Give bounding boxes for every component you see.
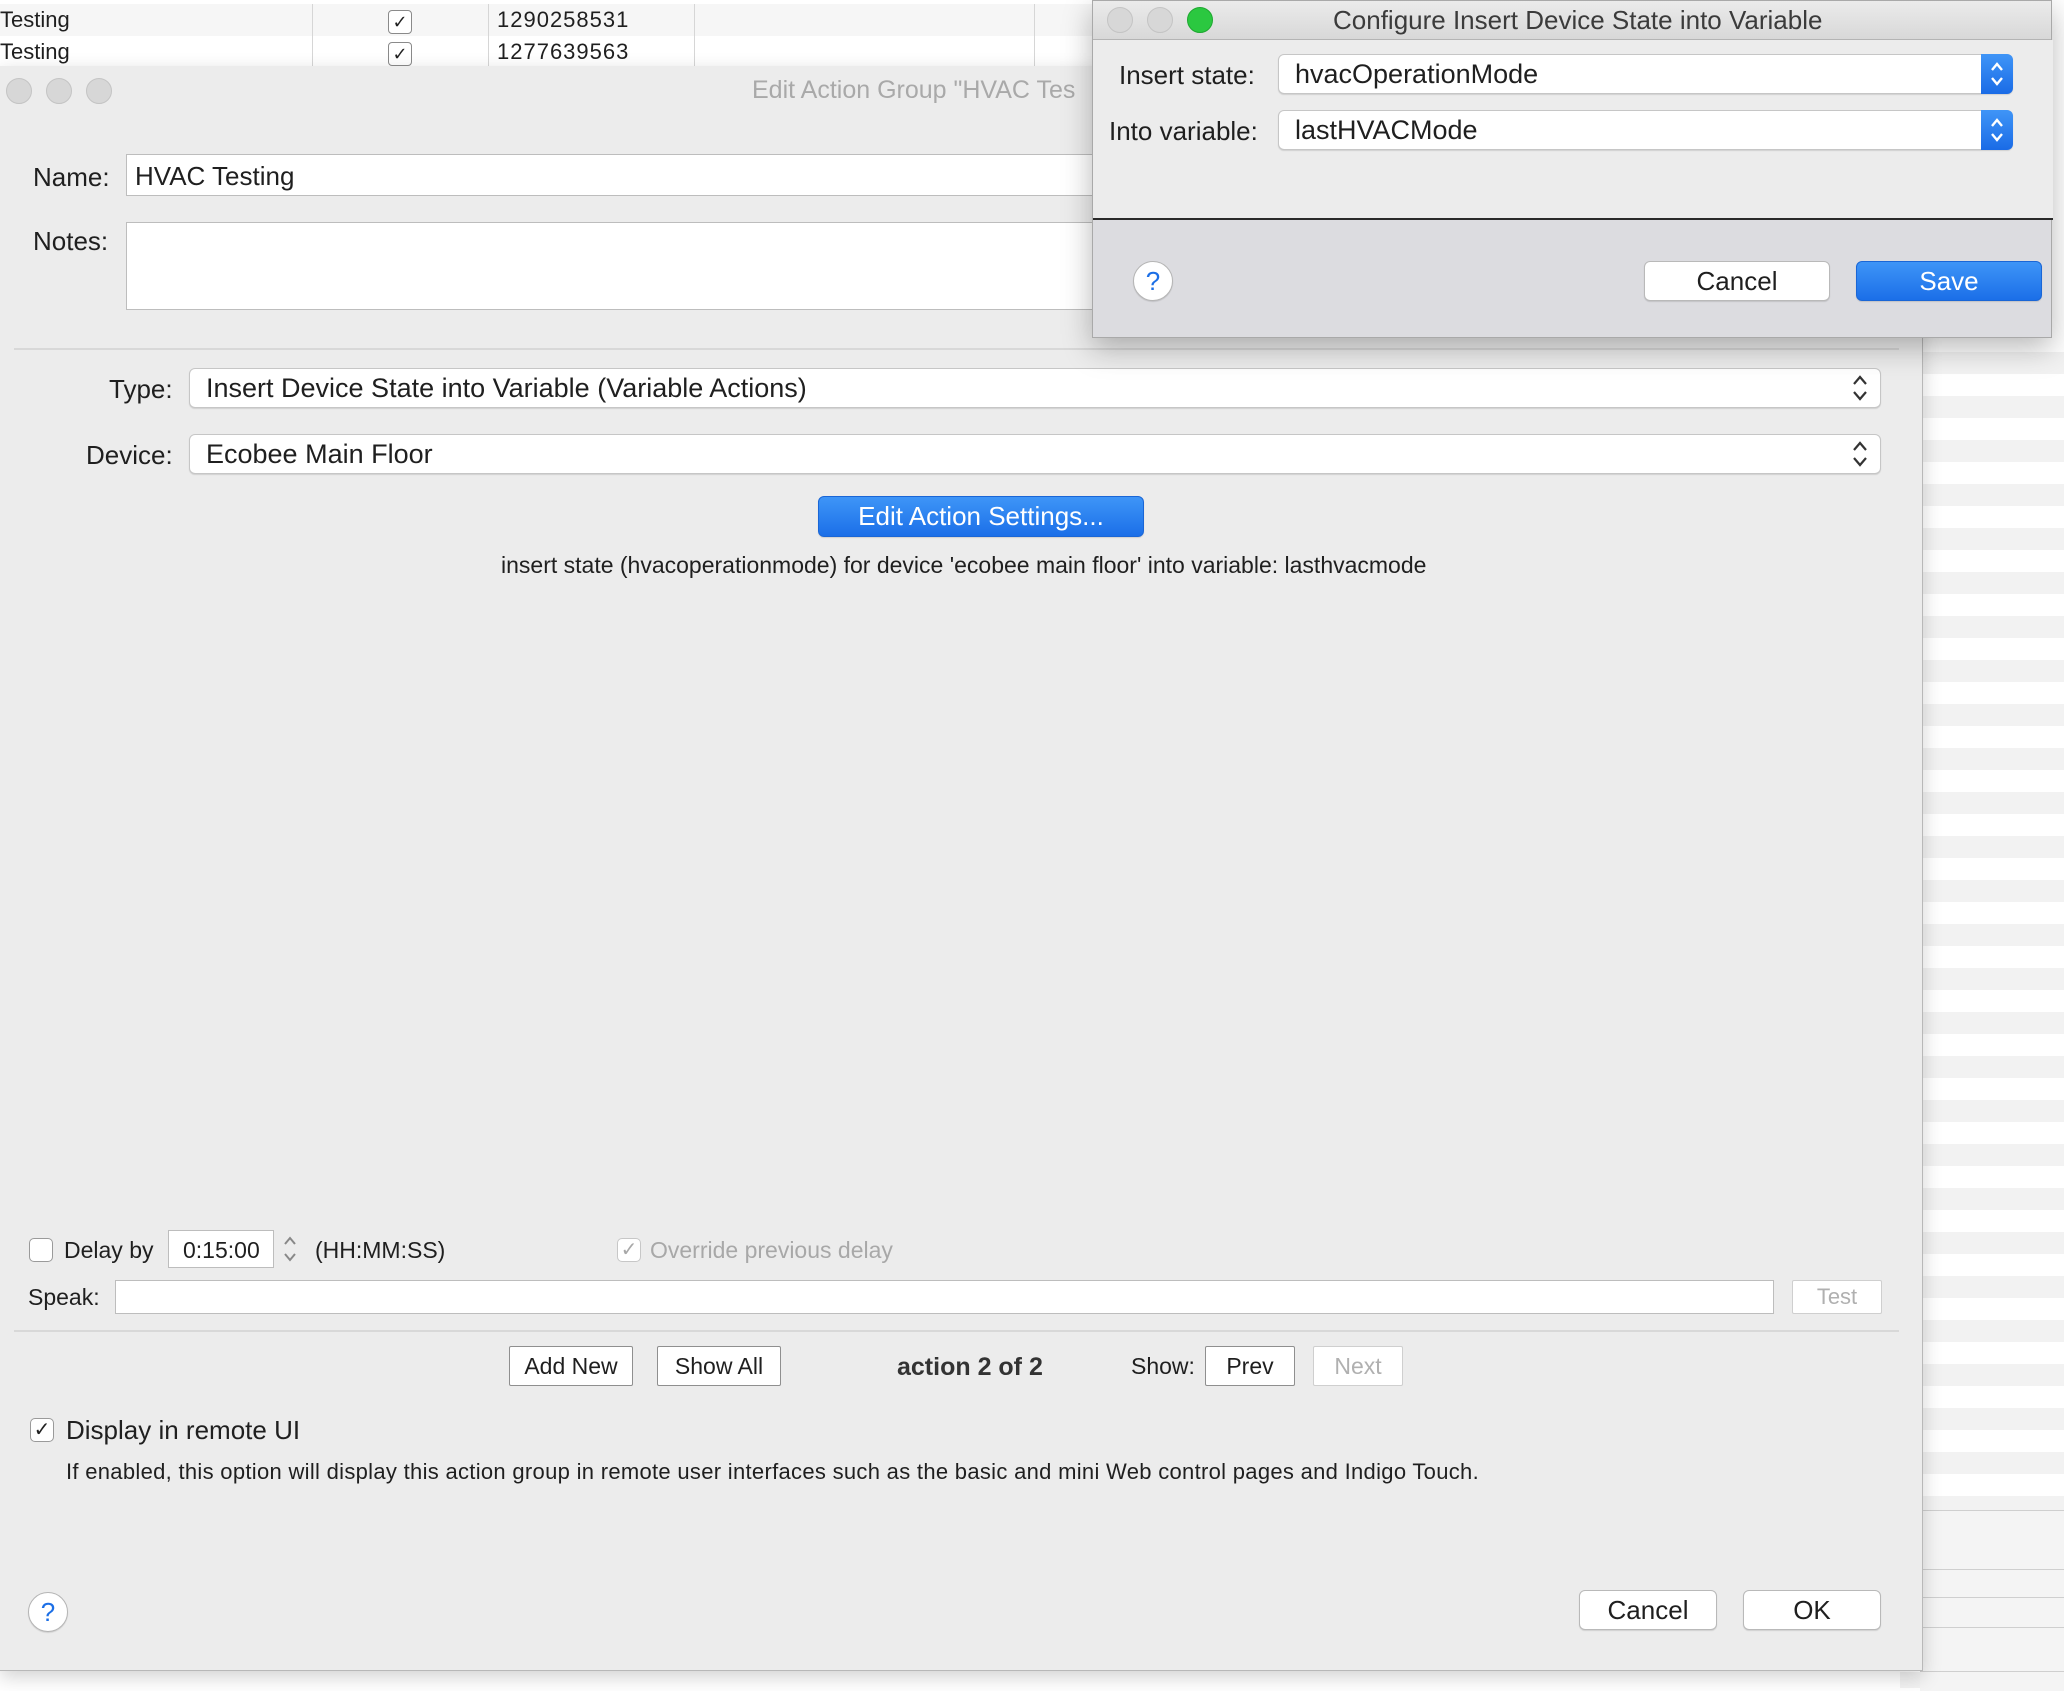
chevron-updown-icon [1991,118,2003,142]
column-divider [694,4,695,36]
display-remote-ui-description: If enabled, this option will display thi… [66,1459,1479,1484]
notes-field[interactable] [126,222,1116,310]
help-question-icon[interactable]: ? [1133,261,1173,301]
background-panel [1920,1510,2064,1691]
delay-label: Delay by [64,1237,154,1263]
action-summary-text: insert state (hvacoperationmode) for dev… [501,552,1427,578]
speak-label: Speak: [28,1284,100,1310]
display-remote-ui-checkbox[interactable]: ✓ [30,1418,54,1442]
chevron-updown-icon [1853,441,1867,467]
into-variable-label: Into variable: [1109,116,1258,146]
configure-form: Insert state: hvacOperationMode Into var… [1093,40,2053,220]
close-window-button[interactable] [1107,7,1133,33]
configure-window-title: Configure Insert Device State into Varia… [1333,5,1823,35]
into-variable-stepper [1981,110,2013,150]
table-cell-name: Testing [0,7,70,32]
prev-button[interactable]: Prev [1205,1346,1295,1386]
zoom-window-button[interactable] [1187,7,1213,33]
device-popup[interactable]: Ecobee Main Floor [189,434,1881,474]
background-list [1900,330,2064,1688]
table-row[interactable]: Testing ✓ 1290258531 [0,4,1200,36]
close-window-button[interactable] [6,78,32,104]
window-title: Edit Action Group "HVAC Tes [752,76,1076,104]
configure-button-bar: ? Cancel Save [1093,220,2051,337]
display-remote-ui-label: Display in remote UI [66,1415,301,1445]
background-divider [1920,1671,2064,1672]
show-label: Show: [1131,1353,1195,1379]
type-label: Type: [109,374,173,404]
help-question-icon[interactable]: ? [28,1592,68,1632]
table-cell-value: 1290258531 [497,7,630,32]
background-divider [1920,1627,2064,1628]
table-cell-value: 1277639563 [497,39,630,64]
delay-stepper[interactable] [282,1232,298,1266]
insert-state-value: hvacOperationMode [1295,59,1539,89]
type-popup-value: Insert Device State into Variable (Varia… [206,373,807,403]
test-button[interactable]: Test [1792,1280,1882,1314]
chevron-updown-icon [1991,62,2003,86]
override-delay-label: Override previous delay [650,1237,893,1263]
next-button[interactable]: Next [1313,1346,1403,1386]
override-delay-checkbox[interactable]: ✓ [617,1238,641,1262]
cancel-button[interactable]: Cancel [1579,1590,1717,1630]
delay-checkbox[interactable] [29,1238,53,1262]
configure-cancel-button[interactable]: Cancel [1644,261,1830,301]
configure-insert-state-window: Configure Insert Device State into Varia… [1092,0,2053,338]
delay-time-field[interactable]: 0:15:00 [168,1230,274,1268]
minimize-window-button[interactable] [1147,7,1173,33]
section-divider [14,1330,1899,1332]
type-popup[interactable]: Insert Device State into Variable (Varia… [189,368,1881,408]
minimize-window-button[interactable] [46,78,72,104]
table-cell-checkbox[interactable]: ✓ [388,42,412,66]
configure-save-button[interactable]: Save [1856,261,2042,301]
into-variable-popup[interactable]: lastHVACMode [1278,110,2013,150]
table-cell-checkbox[interactable]: ✓ [388,10,412,34]
column-divider [1034,4,1035,36]
insert-state-stepper [1981,54,2013,94]
device-label: Device: [86,440,173,470]
action-counter: action 2 of 2 [897,1353,1043,1381]
column-divider [488,36,489,68]
notes-label: Notes: [33,226,109,256]
speak-field[interactable] [115,1280,1774,1314]
background-divider [1920,1597,2064,1598]
ok-button[interactable]: OK [1743,1590,1881,1630]
device-popup-value: Ecobee Main Floor [206,439,433,469]
delay-format-hint: (HH:MM:SS) [315,1237,446,1263]
zoom-window-button[interactable] [86,78,112,104]
table-cell-name: Testing [0,39,70,64]
edit-action-settings-button[interactable]: Edit Action Settings... [818,496,1144,537]
column-divider [488,4,489,36]
configure-titlebar: Configure Insert Device State into Varia… [1093,1,2051,40]
add-new-button[interactable]: Add New [509,1346,633,1386]
chevron-updown-icon [1853,375,1867,401]
column-divider [1034,36,1035,68]
into-variable-value: lastHVACMode [1295,115,1478,145]
section-divider [14,348,1899,350]
insert-state-popup[interactable]: hvacOperationMode [1278,54,2013,94]
show-all-button[interactable]: Show All [657,1346,781,1386]
column-divider [694,36,695,68]
column-divider [312,36,313,68]
insert-state-label: Insert state: [1119,60,1255,90]
background-divider [1920,1569,2064,1570]
table-row[interactable]: Testing ✓ 1277639563 [0,36,1200,68]
column-divider [312,4,313,36]
name-field[interactable]: HVAC Testing [126,154,1116,196]
name-label: Name: [33,162,110,192]
